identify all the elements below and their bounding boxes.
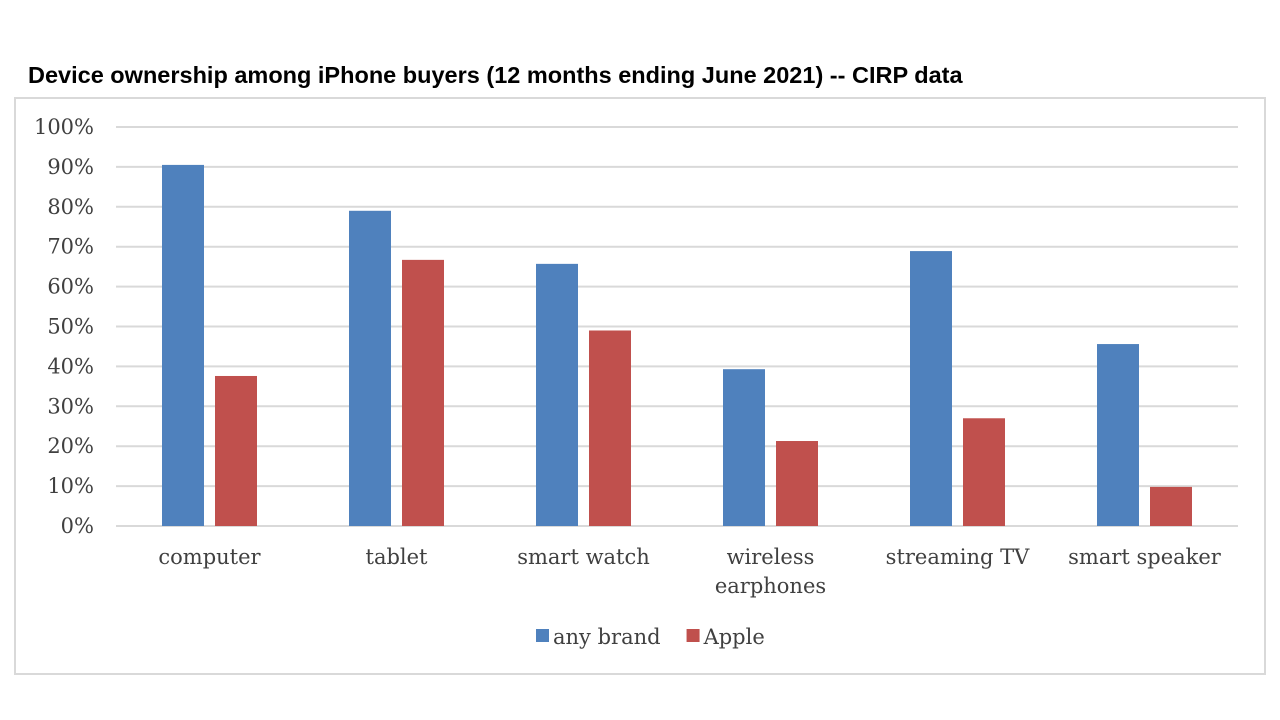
x-tick-label: smart watch xyxy=(517,545,650,569)
y-tick-label: 10% xyxy=(47,474,94,498)
bar-any-brand xyxy=(162,164,204,526)
x-tick-label: earphones xyxy=(715,574,826,598)
bar-apple xyxy=(215,375,257,526)
x-tick-label: tablet xyxy=(366,545,429,569)
bar-apple xyxy=(1150,486,1192,526)
bar-any-brand xyxy=(910,251,952,527)
y-tick-label: 100% xyxy=(34,115,94,139)
bar-any-brand xyxy=(723,369,765,526)
y-tick-label: 70% xyxy=(47,235,94,259)
bar-chart: 0% 10% 20% 30% 40% 50% 60% 70% 80% 90% 100% compute… xyxy=(34,115,1238,649)
y-tick-label: 0% xyxy=(61,514,94,538)
bar-apple xyxy=(589,330,631,526)
bar-apple xyxy=(402,259,444,526)
x-tick-label: computer xyxy=(158,545,261,569)
y-tick-label: 50% xyxy=(47,315,94,339)
x-tick-label: smart speaker xyxy=(1068,545,1222,569)
x-tick-label: wireless xyxy=(727,545,815,569)
bar-apple xyxy=(963,418,1005,526)
bar-any-brand xyxy=(1097,344,1139,526)
y-tick-label: 30% xyxy=(47,394,94,418)
y-tick-label: 90% xyxy=(47,155,94,179)
legend-label: Apple xyxy=(703,625,765,649)
bar-any-brand xyxy=(349,210,391,527)
legend-swatch xyxy=(536,629,549,642)
y-tick-label: 20% xyxy=(47,434,94,458)
legend-label: any brand xyxy=(553,625,661,649)
y-tick-label: 80% xyxy=(47,195,94,219)
legend-swatch xyxy=(686,629,700,642)
y-tick-label: 60% xyxy=(47,275,94,299)
bar-apple xyxy=(776,441,818,526)
bar-any-brand xyxy=(536,263,578,526)
x-tick-label: streaming TV xyxy=(886,545,1030,569)
y-tick-label: 40% xyxy=(47,354,94,378)
